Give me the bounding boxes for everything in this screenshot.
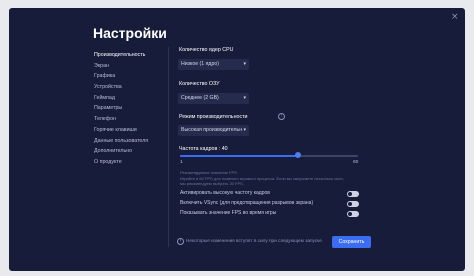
close-icon[interactable]: ×: [451, 13, 459, 22]
chevron-down-icon: ▾: [243, 127, 246, 133]
sidebar-item-user-data[interactable]: Данные пользователя: [94, 136, 148, 147]
fps-max-label: 60: [353, 160, 359, 165]
ram-label: Количество ОЗУ: [179, 81, 220, 87]
high-fps-toggle[interactable]: [347, 191, 359, 197]
fps-slider-fill: [180, 155, 298, 157]
sidebar-item-hotkeys[interactable]: Горячие клавиши: [94, 125, 148, 136]
sidebar: Производительность Экран Графика Устройс…: [94, 50, 148, 168]
sidebar-item-gamepad[interactable]: Геймпад: [94, 93, 148, 104]
save-button[interactable]: Сохранить: [332, 236, 371, 248]
mode-select-value: Высокая производительн: [181, 127, 243, 133]
sidebar-item-graphics[interactable]: Графика: [94, 71, 148, 82]
sidebar-item-about[interactable]: О продукте: [94, 157, 148, 168]
fps-min-label: 1: [180, 160, 183, 165]
sidebar-item-devices[interactable]: Устройства: [94, 82, 148, 93]
sidebar-divider: [168, 47, 169, 247]
mode-select[interactable]: Высокая производительн ▾: [178, 125, 249, 136]
info-icon: !: [177, 238, 184, 245]
fps-note-title: Рекомендуемое значение FPS: [180, 170, 237, 175]
vsync-toggle[interactable]: [347, 201, 359, 207]
cpu-label: Количество ядер CPU: [179, 47, 234, 53]
sidebar-item-parameters[interactable]: Параметры: [94, 103, 148, 114]
sidebar-item-screen[interactable]: Экран: [94, 61, 148, 72]
ram-select[interactable]: Среднее (2 GB) ▾: [178, 93, 249, 104]
info-icon[interactable]: !: [278, 113, 285, 120]
cpu-select[interactable]: Низкое (1 ядро) ▾: [178, 59, 249, 70]
toggle-label-show-fps: Показывать значение FPS во время игры: [180, 210, 277, 216]
toggle-label-high-fps: Активировать высокую частоту кадров: [180, 190, 270, 196]
restart-note: Некоторые изменения вступят в силу при с…: [186, 238, 322, 243]
fps-slider-track[interactable]: [180, 155, 358, 157]
chevron-down-icon: ▾: [243, 61, 246, 67]
fps-note-line-2: мы рекомендуем выбрать 20 FPS.: [180, 181, 244, 186]
sidebar-item-performance[interactable]: Производительность: [94, 50, 148, 61]
show-fps-toggle[interactable]: [347, 211, 359, 217]
mode-label: Режим производительности: [179, 114, 248, 120]
toggle-label-vsync: Включить VSync (для предотвращения разры…: [180, 200, 314, 206]
cpu-select-value: Низкое (1 ядро): [181, 61, 219, 67]
chevron-down-icon: ▾: [243, 95, 246, 101]
fps-slider-thumb[interactable]: [294, 152, 301, 158]
sidebar-item-advanced[interactable]: Дополнительно: [94, 146, 148, 157]
fps-label: Частота кадров : 40: [179, 146, 228, 152]
settings-window: [9, 8, 465, 271]
page-title: Настройки: [93, 25, 167, 41]
ram-select-value: Среднее (2 GB): [181, 95, 219, 101]
sidebar-item-phone[interactable]: Телефон: [94, 114, 148, 125]
